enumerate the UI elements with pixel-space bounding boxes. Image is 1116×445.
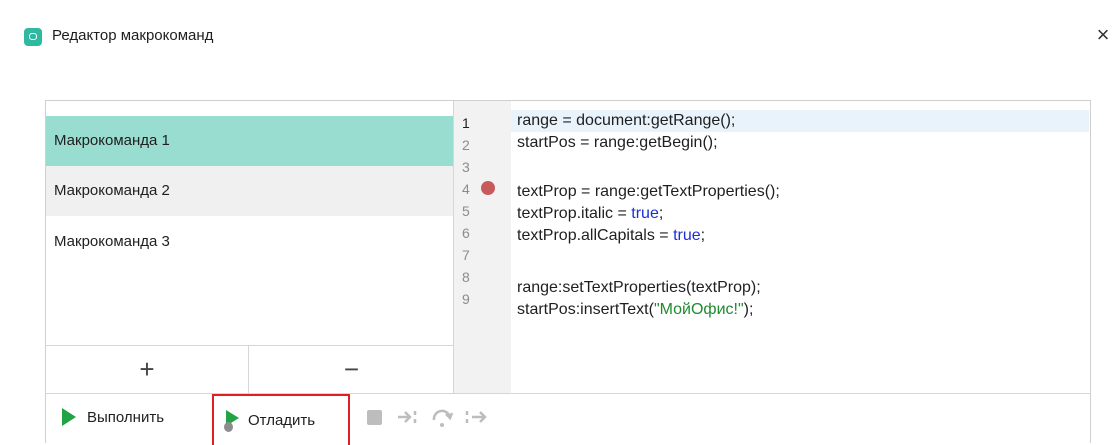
code-line: startPos = range:getBegin(); [517, 134, 718, 151]
macro-list-item[interactable]: Макрокоманда 2 [46, 166, 453, 216]
code-line: textProp.italic = true; [517, 205, 664, 222]
line-number: 1 [462, 115, 470, 131]
line-number: 7 [462, 247, 470, 263]
code-line: range = document:getRange(); [511, 110, 1089, 132]
play-icon [62, 408, 76, 426]
breakpoint-marker[interactable] [481, 181, 495, 195]
code-line: startPos:insertText("МойОфис!"); [517, 301, 754, 318]
stop-icon[interactable] [367, 410, 382, 425]
macro-toolbar: Выполнить Отладить [46, 393, 1090, 445]
run-button[interactable]: Выполнить [62, 400, 164, 434]
code-line: textProp = range:getTextProperties(); [517, 183, 780, 200]
line-number: 8 [462, 269, 470, 285]
line-number: 9 [462, 291, 470, 307]
macro-editor-panel: Макрокоманда 1 Макрокоманда 2 Макрокоман… [45, 100, 1091, 445]
macro-list: Макрокоманда 1 Макрокоманда 2 Макрокоман… [46, 101, 453, 345]
macro-list-item[interactable]: Макрокоманда 3 [46, 217, 453, 267]
line-number: 6 [462, 225, 470, 241]
add-macro-button[interactable]: + [46, 346, 249, 393]
line-number: 3 [462, 159, 470, 175]
app-icon [24, 28, 42, 46]
run-label: Выполнить [87, 408, 165, 426]
macro-list-buttons: + − [46, 345, 453, 393]
debug-button[interactable]: Отладить [212, 394, 350, 445]
line-number: 5 [462, 203, 470, 219]
window-title: Редактор макрокоманд [52, 27, 214, 44]
line-number: 2 [462, 137, 470, 153]
line-number: 4 [462, 181, 470, 197]
step-into-icon[interactable] [396, 405, 420, 429]
code-editor[interactable]: range = document:getRange(); startPos = … [511, 101, 1090, 393]
title-bar: Редактор макрокоманд × [0, 0, 1116, 80]
macro-list-item[interactable]: Макрокоманда 1 [46, 116, 453, 166]
line-number-gutter[interactable]: 1 2 3 4 5 6 7 8 9 [453, 101, 511, 393]
code-line: range:setTextProperties(textProp); [517, 279, 761, 296]
close-button[interactable]: × [1090, 22, 1116, 48]
step-out-icon[interactable] [464, 405, 488, 429]
step-over-icon[interactable] [430, 405, 454, 429]
code-line: textProp.allCapitals = true; [517, 227, 706, 244]
debug-play-icon [224, 409, 240, 432]
remove-macro-button[interactable]: − [250, 346, 453, 393]
debug-label: Отладить [248, 412, 316, 429]
